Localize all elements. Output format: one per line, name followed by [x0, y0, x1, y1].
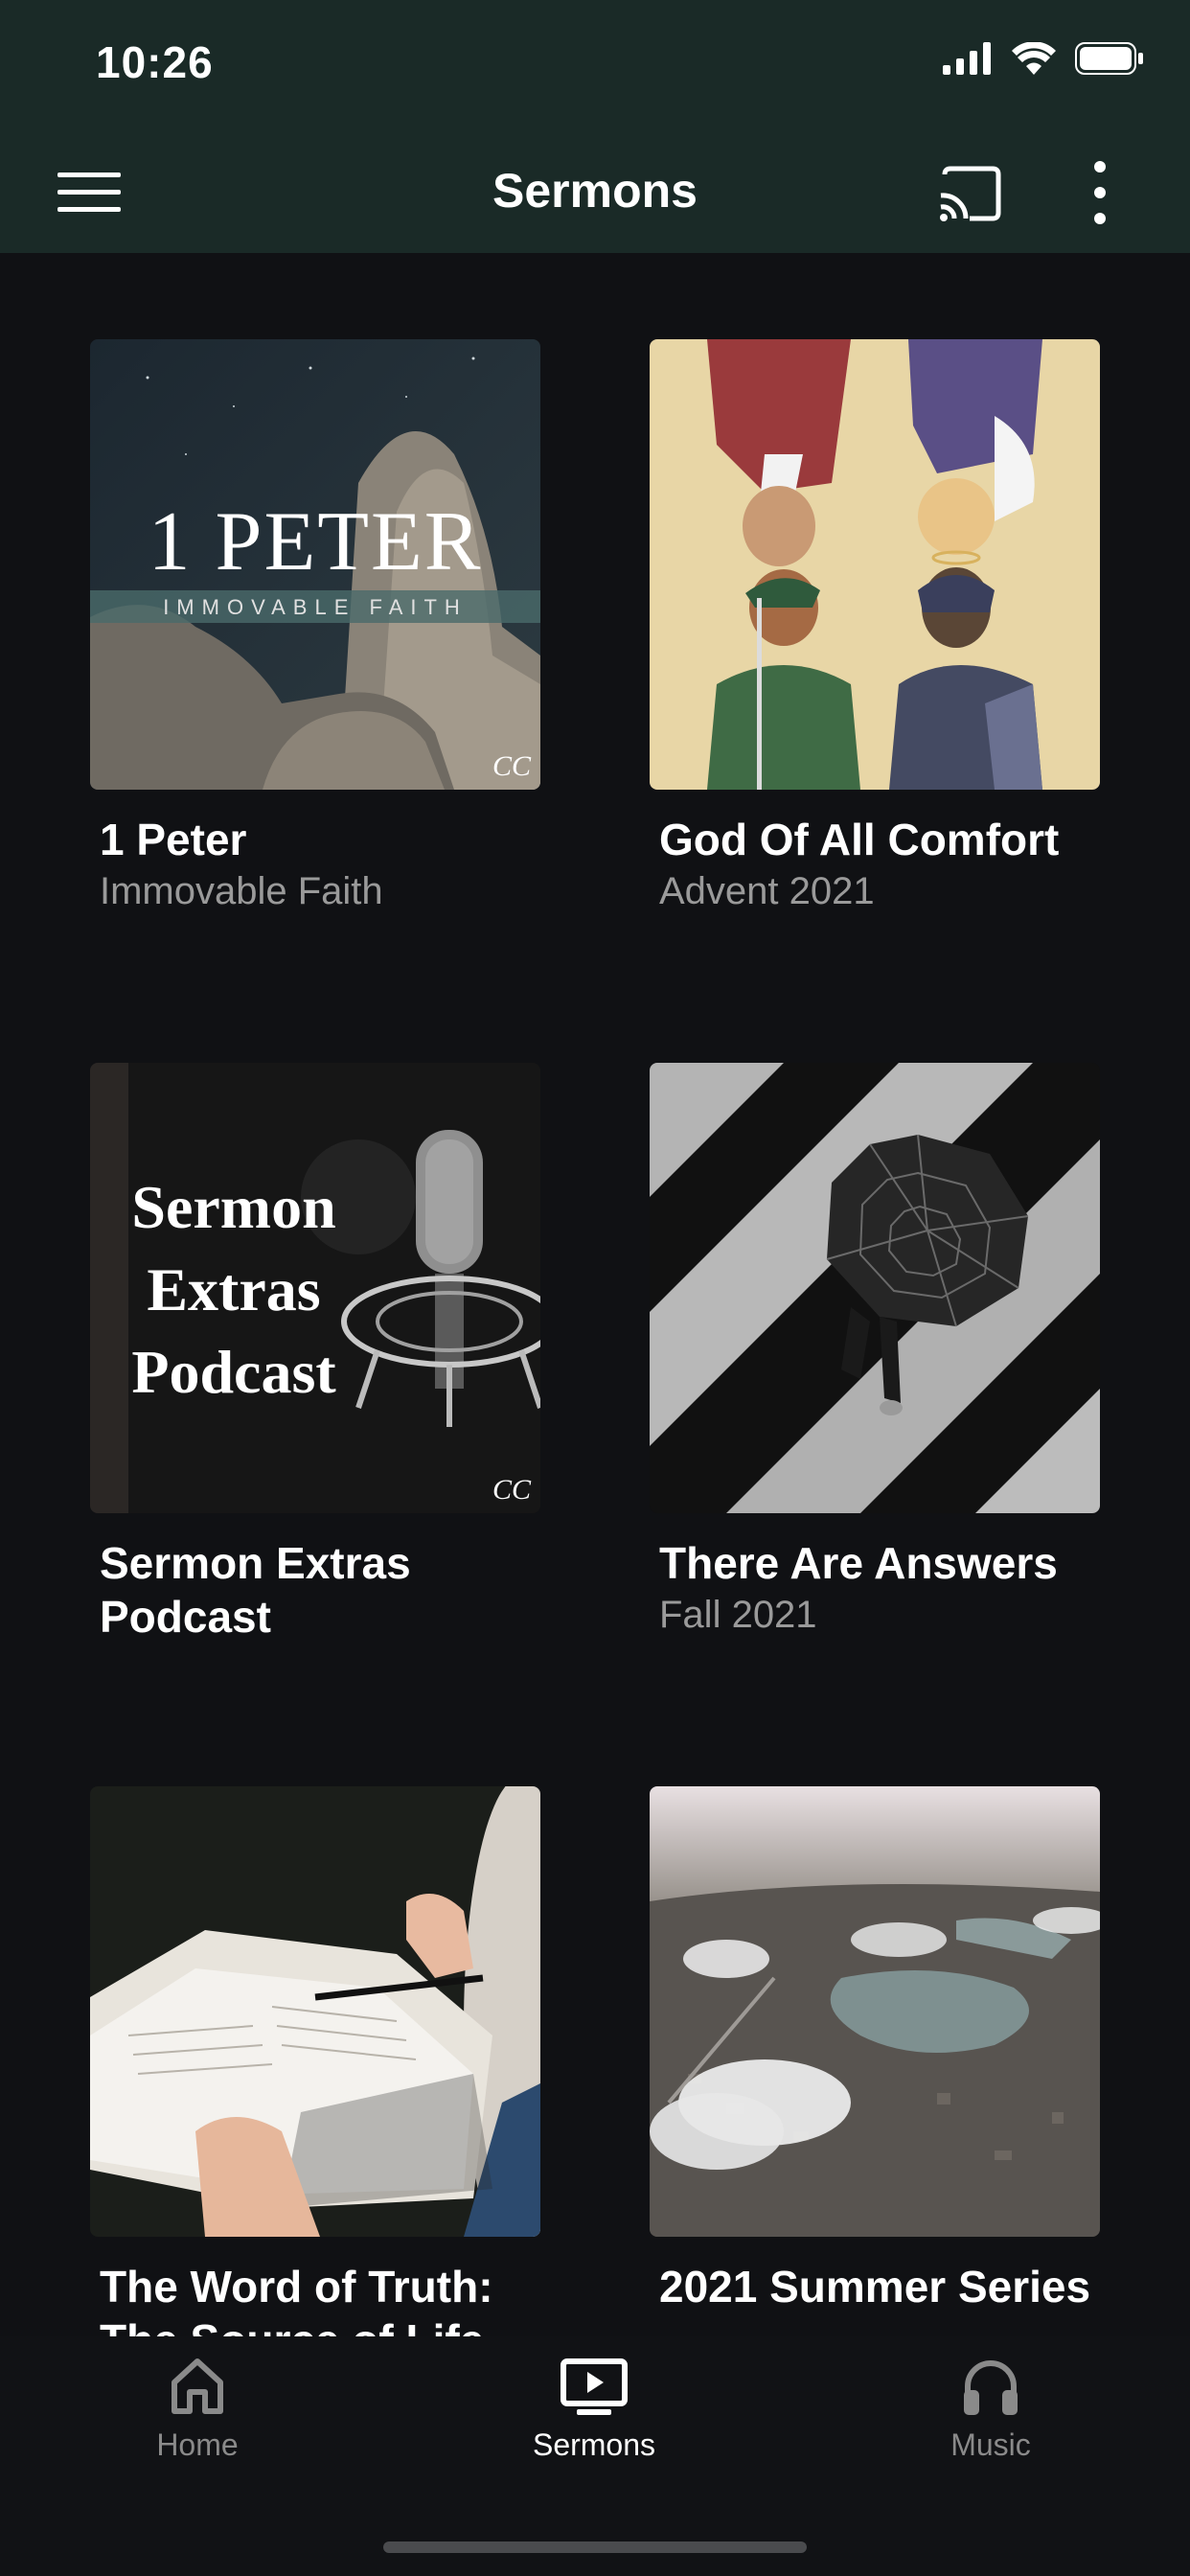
battery-icon	[1075, 42, 1143, 75]
tab-music[interactable]: Music	[866, 2356, 1115, 2463]
series-card[interactable]: Sermon Extras Podcast CC Sermon Extras P…	[90, 1063, 540, 1644]
art-title: 1 PETER	[149, 495, 483, 588]
app-bar: Sermons	[0, 134, 1190, 253]
tab-label: Home	[156, 2427, 239, 2462]
status-icons	[943, 42, 1144, 75]
series-artwork: 1 PETER IMMOVABLE FAITH CC	[90, 339, 540, 790]
bottom-tab-bar: Home Sermons Music	[0, 2336, 1190, 2576]
wifi-icon	[1012, 42, 1056, 75]
series-subtitle: Advent 2021	[659, 870, 875, 912]
series-title: 1 Peter	[100, 815, 247, 864]
tab-label: Sermons	[532, 2427, 656, 2462]
art-subtitle: IMMOVABLE FAITH	[163, 595, 468, 619]
more-vertical-icon	[1094, 161, 1106, 224]
series-artwork	[650, 339, 1100, 790]
more-options-button[interactable]	[1083, 157, 1117, 228]
cast-icon	[940, 166, 1001, 221]
series-title: The Word of Truth: The Source of Life	[100, 2262, 493, 2342]
series-subtitle: Fall 2021	[659, 1594, 817, 1636]
brand-logo: CC	[492, 750, 532, 782]
series-artwork	[90, 1786, 540, 2237]
series-artwork	[650, 1786, 1100, 2237]
art-title-line-2: Extras	[147, 1255, 320, 1323]
series-title: 2021 Summer Series	[659, 2262, 1091, 2312]
page-title: Sermons	[492, 164, 698, 218]
series-card[interactable]: 2021 Summer Series	[650, 1786, 1100, 2313]
tab-sermons[interactable]: Sermons	[469, 2356, 719, 2463]
art-title-line-3: Podcast	[131, 1338, 336, 1406]
series-title: Sermon Extras Podcast	[100, 1538, 411, 1642]
status-bar: 10:26	[0, 0, 1190, 134]
tab-home[interactable]: Home	[73, 2356, 322, 2463]
series-card[interactable]: There Are Answers Fall 2021	[650, 1063, 1100, 1638]
series-card[interactable]: The Word of Truth: The Source of Life	[90, 1786, 540, 2342]
series-artwork: Sermon Extras Podcast CC	[90, 1063, 540, 1513]
tv-play-icon	[561, 2358, 628, 2415]
status-time: 10:26	[96, 37, 214, 87]
series-title: There Are Answers	[659, 1538, 1058, 1588]
cast-button[interactable]	[937, 163, 1004, 224]
home-icon	[172, 2358, 223, 2414]
series-artwork	[650, 1063, 1100, 1513]
headphones-icon	[964, 2360, 1018, 2415]
brand-logo: CC	[492, 1474, 532, 1506]
series-card[interactable]: 1 PETER IMMOVABLE FAITH CC 1 Peter Immov…	[90, 339, 540, 914]
sermon-series-grid: 1 PETER IMMOVABLE FAITH CC 1 Peter Immov…	[0, 253, 1190, 2342]
home-indicator[interactable]	[383, 2542, 807, 2553]
series-title: God Of All Comfort	[659, 815, 1060, 864]
series-card[interactable]: God Of All Comfort Advent 2021	[650, 339, 1100, 914]
signal-icon	[943, 42, 991, 75]
art-title-line-1: Sermon	[131, 1173, 335, 1241]
series-subtitle: Immovable Faith	[100, 870, 383, 912]
tab-label: Music	[950, 2427, 1031, 2462]
